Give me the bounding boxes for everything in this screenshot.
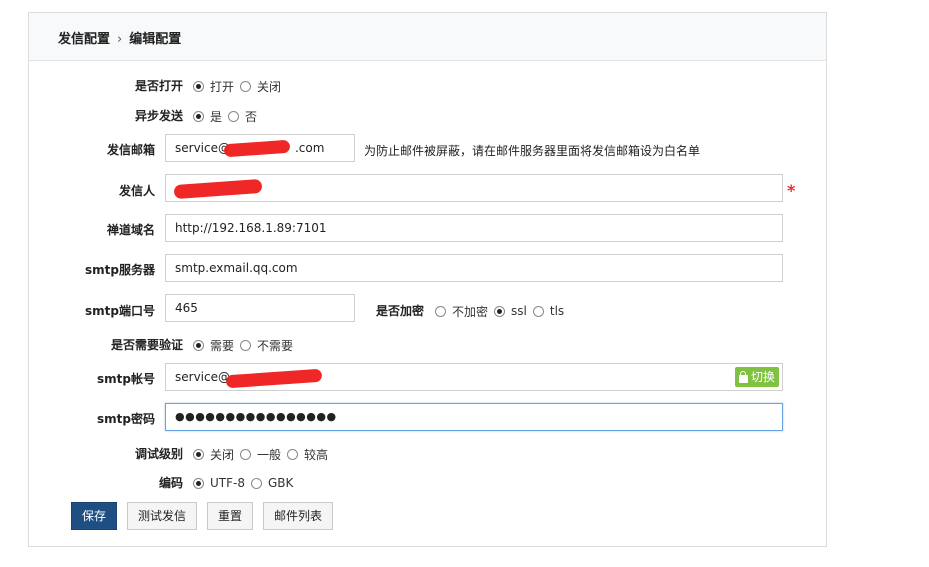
radio-unchecked[interactable] [435, 305, 446, 317]
debug-level-label: 调试级别 [134, 447, 183, 461]
option-label: GBK [267, 476, 294, 490]
required-mark: * [787, 181, 796, 200]
async-no[interactable]: 否 [228, 108, 257, 125]
debug-normal[interactable]: 一般 [240, 446, 281, 463]
option-label: 一般 [257, 447, 282, 462]
radio-unchecked[interactable] [532, 305, 544, 317]
redaction-mark [223, 139, 291, 158]
charset-gbk[interactable]: GBK [250, 476, 294, 490]
enabled-label: 是否打开 [134, 79, 183, 93]
debug-off[interactable]: 关闭 [193, 446, 234, 463]
encryption-tls[interactable]: tls [532, 304, 565, 318]
smtp-account-prefix: service@ [175, 370, 230, 384]
redaction-mark [173, 178, 263, 200]
radio-checked[interactable] [193, 110, 204, 122]
radio-unchecked[interactable] [250, 477, 262, 489]
async-label: 异步发送 [134, 109, 183, 123]
smtp-port-input[interactable]: 465 [165, 294, 355, 322]
need-auth-label: 是否需要验证 [110, 338, 183, 352]
redaction-mark [225, 368, 323, 389]
mail-config-panel: 发信配置 › 编辑配置 是否打开 打开 关闭 异步发送 是 否 发信邮箱 servi… [28, 12, 827, 547]
smtp-account-label: smtp帐号 [97, 372, 155, 386]
option-label: 打开 [210, 79, 235, 94]
sender-email-prefix: service@ [175, 141, 230, 155]
panel-header: 发信配置 › 编辑配置 [29, 13, 826, 61]
sender-email-label: 发信邮箱 [106, 143, 155, 157]
option-label: 不加密 [452, 304, 489, 319]
smtp-password-input[interactable]: ●●●●●●●●●●●●●●●● [165, 403, 783, 431]
domain-input[interactable]: http://192.168.1.89:7101 [165, 214, 783, 242]
option-label: 不需要 [257, 338, 294, 353]
switch-label: 切换 [750, 370, 775, 384]
enabled-radios: 打开 关闭 [193, 77, 287, 95]
radio-checked[interactable] [494, 305, 506, 317]
charset-label: 编码 [158, 476, 183, 490]
lock-icon [738, 370, 748, 383]
radio-checked[interactable] [193, 477, 204, 489]
sender-email-input[interactable]: service@ .com [165, 134, 355, 162]
save-button[interactable]: 保存 [71, 502, 118, 530]
option-label: 否 [245, 109, 258, 124]
debug-level-radios: 关闭 一般 较高 [193, 445, 334, 463]
breadcrumb-separator: › [117, 32, 123, 47]
smtp-server-input[interactable]: smtp.exmail.qq.com [165, 254, 783, 282]
radio-unchecked[interactable] [228, 110, 240, 122]
breadcrumb: 发信配置 › 编辑配置 [58, 28, 181, 47]
option-label: 是 [210, 109, 223, 124]
sender-email-suffix: .com [294, 141, 325, 155]
option-label: 关闭 [210, 447, 235, 462]
option-label: 较高 [304, 447, 329, 462]
encryption-radios: 不加密 ssl tls [435, 302, 570, 320]
async-radios: 是 否 [193, 107, 263, 125]
option-label: 关闭 [257, 79, 282, 94]
smtp-port-label: smtp端口号 [85, 304, 155, 318]
radio-checked[interactable] [193, 80, 204, 92]
option-label: ssl [511, 304, 527, 318]
action-buttons: 保存 测试发信 重置 邮件列表 [71, 502, 334, 530]
mail-list-button[interactable]: 邮件列表 [263, 502, 334, 530]
radio-checked[interactable] [193, 448, 204, 460]
reset-button[interactable]: 重置 [207, 502, 254, 530]
radio-unchecked[interactable] [240, 448, 252, 460]
encryption-label: 是否加密 [376, 304, 425, 318]
async-yes[interactable]: 是 [193, 108, 222, 125]
radio-checked[interactable] [193, 339, 204, 351]
sender-name-label: 发信人 [118, 184, 155, 198]
breadcrumb-current: 编辑配置 [129, 32, 182, 47]
radio-unchecked[interactable] [287, 448, 299, 460]
debug-high[interactable]: 较高 [287, 446, 328, 463]
charset-radios: UTF-8 GBK [193, 474, 299, 492]
sender-name-input[interactable] [165, 174, 783, 202]
option-label: UTF-8 [210, 476, 245, 490]
enabled-on[interactable]: 打开 [193, 78, 234, 95]
domain-label: 禅道域名 [106, 223, 155, 237]
need-auth-yes[interactable]: 需要 [193, 337, 234, 354]
encryption-ssl[interactable]: ssl [494, 304, 527, 318]
charset-utf8[interactable]: UTF-8 [193, 476, 245, 490]
smtp-password-label: smtp密码 [97, 412, 155, 426]
switch-button[interactable]: 切换 [734, 367, 779, 387]
smtp-server-label: smtp服务器 [85, 263, 155, 277]
test-send-button[interactable]: 测试发信 [127, 502, 198, 530]
breadcrumb-parent[interactable]: 发信配置 [58, 32, 110, 47]
option-label: tls [549, 304, 565, 318]
enabled-off[interactable]: 关闭 [240, 78, 281, 95]
radio-unchecked[interactable] [240, 80, 252, 92]
sender-email-hint: 为防止邮件被屏蔽，请在邮件服务器里面将发信邮箱设为白名单 [364, 144, 701, 158]
radio-unchecked[interactable] [240, 339, 252, 351]
encryption-none[interactable]: 不加密 [435, 303, 488, 320]
need-auth-radios: 需要 不需要 [193, 336, 299, 354]
smtp-account-input[interactable]: service@ 切换 [165, 363, 783, 391]
option-label: 需要 [210, 338, 235, 353]
need-auth-no[interactable]: 不需要 [240, 337, 293, 354]
